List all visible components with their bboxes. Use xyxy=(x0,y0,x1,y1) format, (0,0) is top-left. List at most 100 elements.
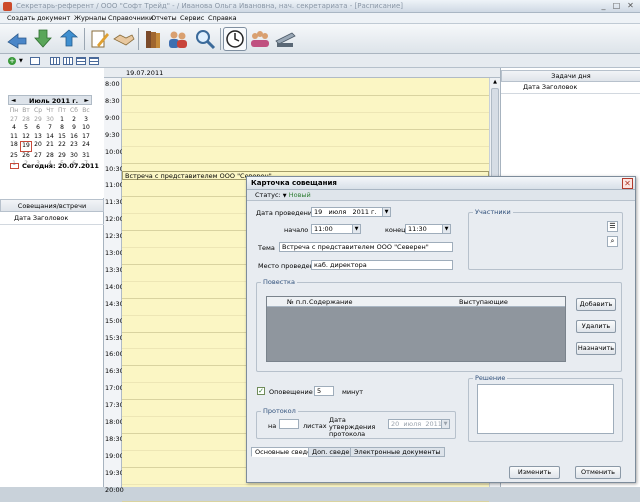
calendar-day[interactable]: 1 xyxy=(56,116,68,125)
calendar-day[interactable]: 5 xyxy=(20,124,32,133)
date-dropdown-icon[interactable]: ▼ xyxy=(382,208,390,216)
minimize-button[interactable]: _ xyxy=(598,1,609,11)
notify-minutes-field[interactable]: 5 xyxy=(314,386,334,396)
menu-service[interactable]: Сервис xyxy=(180,14,204,22)
calendar-day[interactable]: 24 xyxy=(80,141,92,152)
scroll-up-icon[interactable]: ▲ xyxy=(491,79,499,85)
group-icon[interactable] xyxy=(248,27,272,51)
calendar-day[interactable]: 31 xyxy=(80,152,92,161)
calendar-day[interactable]: 23 xyxy=(68,141,80,152)
week-view-icon[interactable] xyxy=(50,57,60,65)
end-time-field[interactable]: 11:30 ▼ xyxy=(405,224,451,234)
dialog-title: Карточка совещания xyxy=(251,179,337,187)
calendar-day[interactable]: 29 xyxy=(56,152,68,161)
calendar-day[interactable]: 18 xyxy=(8,141,20,152)
calendar-day[interactable]: 3 xyxy=(80,116,92,125)
date-field[interactable]: 19 июля 2011 г. ▼ xyxy=(311,207,391,217)
add-button[interactable]: Добавить xyxy=(576,298,616,311)
notify-checkbox[interactable]: ✓ xyxy=(257,387,265,395)
magnifier-icon[interactable] xyxy=(193,27,217,51)
add-icon[interactable]: + xyxy=(8,57,16,65)
calendar-day[interactable]: 12 xyxy=(20,133,32,142)
menu-references[interactable]: Справочники xyxy=(108,14,153,22)
dropdown-arrow-icon[interactable]: ▼ xyxy=(19,58,23,64)
time-label: 18:00 xyxy=(105,418,124,426)
calendar-day[interactable]: 4 xyxy=(8,124,20,133)
tab-electronic-docs[interactable]: Электронные документы xyxy=(350,447,445,457)
calendar-day[interactable]: 30 xyxy=(68,152,80,161)
menu-help[interactable]: Справка xyxy=(208,14,237,22)
protocol-sheets-field[interactable] xyxy=(279,419,299,429)
close-window-button[interactable]: ✕ xyxy=(625,1,636,11)
calendar-day[interactable]: 11 xyxy=(8,133,20,142)
protocol-date-field[interactable]: 20 июля 2011 ▼ xyxy=(388,419,450,429)
download-arrow-icon[interactable] xyxy=(31,27,55,51)
chevron-down-icon[interactable]: ▼ xyxy=(442,225,450,233)
agenda-table[interactable]: № п.п. Содержание Выступающие xyxy=(266,296,566,362)
next-month-icon[interactable]: ► xyxy=(84,97,89,104)
handshake-icon[interactable] xyxy=(112,27,136,51)
month-view-icon[interactable] xyxy=(76,57,86,65)
col-speakers[interactable]: Выступающие xyxy=(459,298,508,306)
topic-field[interactable]: Встреча с представителем ООО "Северен" xyxy=(279,242,453,252)
schedule-icon[interactable] xyxy=(223,27,247,51)
delete-button[interactable]: Удалить xyxy=(576,320,616,333)
menu-journals[interactable]: Журналы xyxy=(74,14,107,22)
prev-month-icon[interactable]: ◄ xyxy=(11,97,16,104)
calendar-day[interactable]: 13 xyxy=(32,133,44,142)
meetings-header[interactable]: Совещания/встречи xyxy=(0,199,104,212)
cancel-button[interactable]: Отменить xyxy=(575,466,621,479)
maximize-button[interactable]: □ xyxy=(611,1,622,11)
edit-button[interactable]: Изменить xyxy=(509,466,560,479)
calendar-day[interactable]: 28 xyxy=(20,116,32,125)
pen-document-icon[interactable] xyxy=(87,27,111,51)
participants-search-icon[interactable]: ⌕ xyxy=(607,236,618,247)
menu-create-document[interactable]: Создать документ xyxy=(7,14,70,22)
calendar-day[interactable]: 19 xyxy=(20,141,32,152)
status-dropdown[interactable]: Статус: ▼ Новый xyxy=(255,191,311,199)
day-tasks-header[interactable]: Задачи дня xyxy=(501,70,640,82)
decision-field[interactable] xyxy=(477,384,614,434)
chevron-down-icon[interactable]: ▼ xyxy=(352,225,360,233)
calendar-day[interactable]: 16 xyxy=(68,133,80,142)
forward-arrow-icon[interactable] xyxy=(5,27,29,51)
calendar-day[interactable]: 10 xyxy=(80,124,92,133)
date-day: 19 xyxy=(314,208,323,216)
calendar-day[interactable]: 26 xyxy=(20,152,32,161)
workweek-view-icon[interactable] xyxy=(63,57,73,65)
calendar-day[interactable]: 29 xyxy=(32,116,44,125)
calendar-day[interactable]: 7 xyxy=(44,124,56,133)
calendar-day[interactable]: 30 xyxy=(44,116,56,125)
start-time-field[interactable]: 11:00 ▼ xyxy=(311,224,361,234)
chevron-down-icon[interactable]: ▼ xyxy=(441,420,449,428)
place-field[interactable]: каб. директора xyxy=(311,260,453,270)
scanner-icon[interactable] xyxy=(273,27,297,51)
today-label[interactable]: Сегодня: 20.07.2011 xyxy=(10,162,99,170)
calendar-day[interactable]: 21 xyxy=(44,141,56,152)
calendar-day[interactable]: 27 xyxy=(32,152,44,161)
calendar-day[interactable]: 27 xyxy=(8,116,20,125)
calendar-day[interactable]: 2 xyxy=(68,116,80,125)
calendar-day[interactable]: 17 xyxy=(80,133,92,142)
assign-button[interactable]: Назначить xyxy=(576,342,616,355)
menu-reports[interactable]: Отчеты xyxy=(151,14,177,22)
date-month: июля xyxy=(328,208,347,216)
users-icon[interactable] xyxy=(166,27,190,51)
calendar-day[interactable]: 25 xyxy=(8,152,20,161)
refresh-arrows-icon[interactable] xyxy=(57,27,81,51)
calendar-day[interactable]: 15 xyxy=(56,133,68,142)
timeline-view-icon[interactable] xyxy=(89,57,99,65)
calendar-day[interactable]: 14 xyxy=(44,133,56,142)
calendar-day[interactable]: 28 xyxy=(44,152,56,161)
close-icon[interactable]: ✕ xyxy=(622,178,633,189)
col-number[interactable]: № п.п. xyxy=(287,298,308,306)
calendar-day[interactable]: 22 xyxy=(56,141,68,152)
day-view-icon[interactable] xyxy=(30,57,40,65)
col-content[interactable]: Содержание xyxy=(309,298,352,306)
calendar-day[interactable]: 20 xyxy=(32,141,44,152)
calendar-day[interactable]: 8 xyxy=(56,124,68,133)
participants-list-icon[interactable]: ☰ xyxy=(607,221,618,232)
calendar-day[interactable]: 9 xyxy=(68,124,80,133)
books-icon[interactable] xyxy=(141,27,165,51)
calendar-day[interactable]: 6 xyxy=(32,124,44,133)
